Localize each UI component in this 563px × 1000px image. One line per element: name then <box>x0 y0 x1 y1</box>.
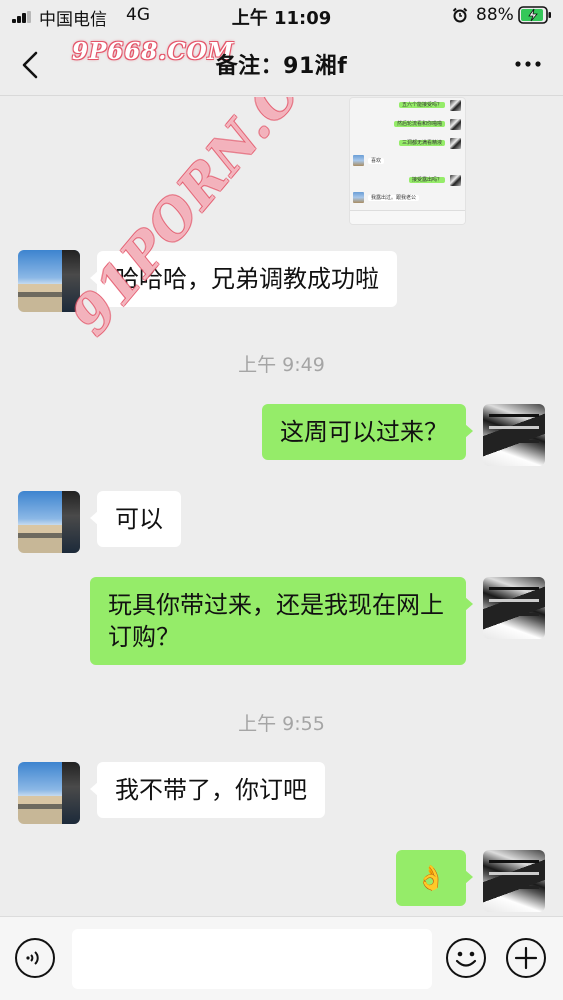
thumb-avatar <box>450 175 461 186</box>
message-bubble[interactable]: 这周可以过来？ <box>262 404 473 460</box>
timestamp: 上午 9:55 <box>238 713 325 735</box>
thumb-avatar <box>450 119 461 130</box>
message-row: 我不带了，你订吧 <box>0 762 563 826</box>
thumb-line: 三洞都无满看精液 <box>398 138 445 148</box>
alarm-icon <box>452 7 468 23</box>
message-row: 玩具你带过来，还是我现在网上订购？ <box>0 577 563 673</box>
message-row: 哈哈哈，兄弟调教成功啦 <box>0 250 563 314</box>
timestamp: 上午 9:49 <box>238 354 325 376</box>
message-bubble[interactable]: 哈哈哈，兄弟调教成功啦 <box>90 251 397 307</box>
image-message-thumbnail[interactable]: 五六个能接受吗？ 然后轮流看和你啪啪 三洞都无满看精液 喜欢 接受露出吗？ 我露… <box>349 97 466 225</box>
message-list[interactable]: 五六个能接受吗？ 然后轮流看和你啪啪 三洞都无满看精液 喜欢 接受露出吗？ 我露… <box>0 97 563 915</box>
contact-avatar[interactable] <box>18 491 80 553</box>
thumb-avatar <box>450 138 461 149</box>
thumb-avatar <box>450 100 461 111</box>
plus-icon[interactable] <box>505 937 547 979</box>
thumb-line: 喜欢 <box>368 156 385 166</box>
contact-avatar[interactable] <box>18 250 80 312</box>
my-avatar[interactable] <box>483 850 545 912</box>
thumb-line: 然后轮流看和你啪啪 <box>393 119 445 129</box>
message-input[interactable] <box>72 929 432 989</box>
thumb-line: 我露出过。跟我老公 <box>368 193 420 203</box>
thumb-avatar <box>353 192 364 203</box>
message-row: 👌 <box>0 850 563 914</box>
status-bar: 中国电信 4G 上午 11:09 88% <box>0 0 563 32</box>
message-bubble[interactable]: 可以 <box>90 491 181 547</box>
more-options-button[interactable] <box>511 52 545 76</box>
message-row: 可以 <box>0 491 563 555</box>
thumb-line: 接受露出吗？ <box>408 175 445 185</box>
voice-icon[interactable] <box>14 937 56 979</box>
thumb-line: 五六个能接受吗？ <box>398 100 445 110</box>
my-avatar[interactable] <box>483 577 545 639</box>
emoji-icon[interactable] <box>445 937 487 979</box>
emoji-message-bubble[interactable]: 👌 <box>396 850 473 906</box>
message-row: 这周可以过来？ <box>0 404 563 468</box>
chat-header: 9P668.COM 备注：91湘f <box>0 32 563 96</box>
contact-avatar[interactable] <box>18 762 80 824</box>
thumb-avatar <box>353 155 364 166</box>
my-avatar[interactable] <box>483 404 545 466</box>
message-bubble[interactable]: 玩具你带过来，还是我现在网上订购？ <box>90 577 473 665</box>
message-bubble[interactable]: 我不带了，你订吧 <box>90 762 325 818</box>
battery-percent: 88% <box>476 5 514 25</box>
thumb-input-bar <box>350 210 465 224</box>
chat-title: 备注：91湘f <box>215 54 348 79</box>
battery-charging-icon <box>518 6 551 24</box>
input-bar <box>0 916 563 1000</box>
